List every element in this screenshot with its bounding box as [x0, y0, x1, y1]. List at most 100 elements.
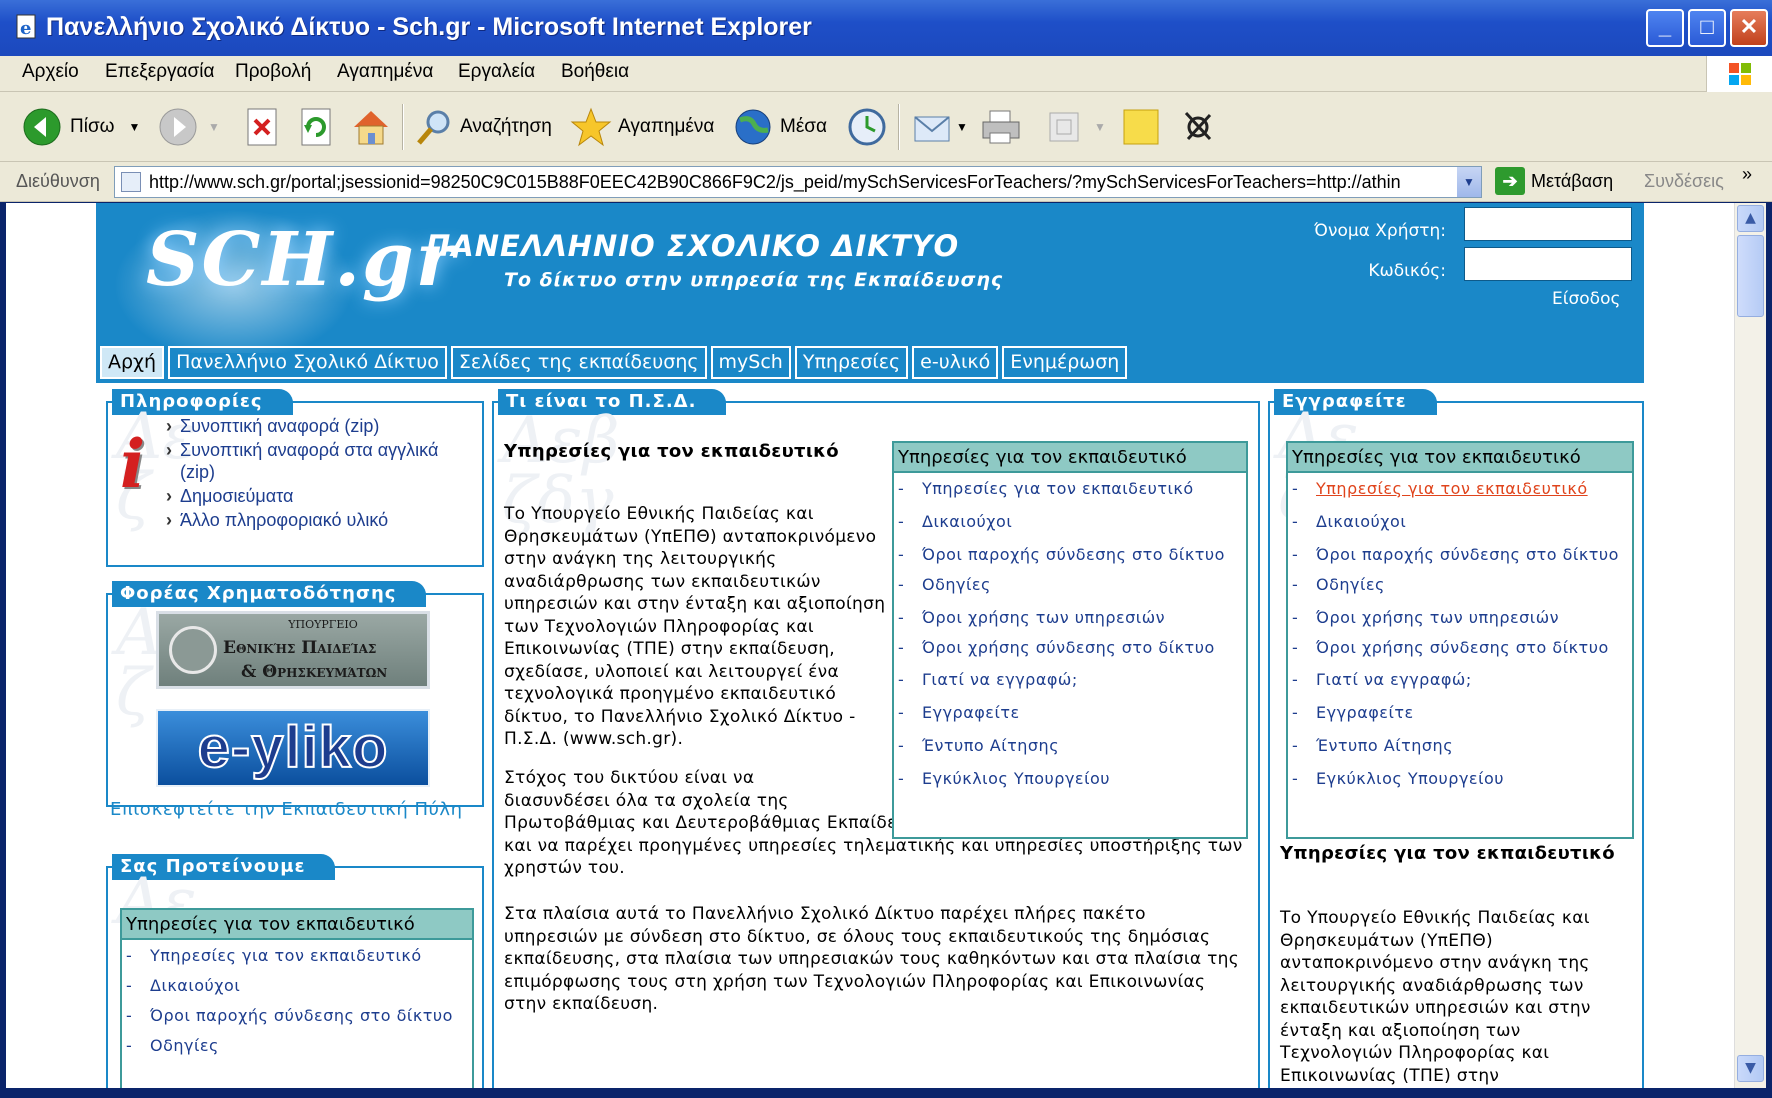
scroll-thumb[interactable] [1737, 235, 1764, 317]
list-item[interactable]: Όροι χρήσης των υπηρεσιών [898, 608, 1246, 628]
list-item[interactable]: Οδηγίες [1292, 575, 1632, 595]
info-list: Συνοπτική αναφορά (zip) Συνοπτική αναφορ… [164, 415, 474, 533]
info-link[interactable]: Άλλο πληροφοριακό υλικό [164, 509, 474, 531]
funding-panel: Φορέας Χρηματοδότησης Αζ ΥΠΟΥΡΓΕΙΟ Εθνικ… [106, 581, 484, 807]
coat-of-arms-icon [169, 626, 217, 674]
note-button[interactable] [1120, 102, 1162, 152]
toolbar-separator [898, 104, 900, 150]
go-button[interactable]: ➔ Μετάβαση [1495, 167, 1613, 195]
chevron-right-icon[interactable]: » [1742, 164, 1752, 185]
ministry-label-1: ΥΠΟΥΡΓΕΙΟ [288, 618, 358, 631]
menu-tools[interactable]: Εργαλεία [458, 61, 535, 83]
messenger-button[interactable] [1176, 102, 1220, 152]
refresh-button[interactable] [298, 102, 334, 152]
stop-button[interactable] [244, 102, 280, 152]
address-label: Διεύθυνση [16, 171, 100, 191]
chevron-down-icon: ▼ [208, 120, 220, 134]
menu-favorites[interactable]: Αγαπημένα [337, 61, 433, 83]
info-link[interactable]: Δημοσιεύματα [164, 485, 474, 507]
site-nav: Αρχή Πανελλήνιο Σχολικό Δίκτυο Σελίδες τ… [96, 342, 1128, 383]
list-item[interactable]: Δικαιούχοι [1292, 512, 1632, 532]
menu-file[interactable]: Αρχείο [22, 61, 79, 83]
browser-window: e Πανελλήνιο Σχολικό Δίκτυο - Sch.gr - M… [0, 0, 1772, 1098]
nav-home[interactable]: Αρχή [100, 346, 165, 379]
refresh-icon [301, 108, 331, 146]
list-item[interactable]: Όροι παροχής σύνδεσης στο δίκτυο [898, 545, 1246, 565]
list-item[interactable]: Εγκύκλιος Υπουργείου [1292, 769, 1632, 789]
list-item[interactable]: Όροι χρήσης των υπηρεσιών [1292, 608, 1632, 628]
list-item[interactable]: Υπηρεσίες για τον εκπαιδευτικό [898, 479, 1246, 499]
chevron-down-icon[interactable]: ▼ [129, 120, 141, 134]
login-button[interactable]: Είσοδος [1552, 289, 1620, 309]
windows-logo-icon [1706, 56, 1772, 92]
site-header: SCH.gr ΠΑΝΕΛΛΗΝΙΟ ΣΧΟΛΙΚΟ ΔΙΚΤΥΟ Το δίκτ… [96, 203, 1644, 383]
nav-e-material[interactable]: e-υλικό [912, 346, 999, 379]
list-item[interactable]: Έντυπο Αίτησης [1292, 736, 1632, 756]
list-item[interactable]: Εγκύκλιος Υπουργείου [898, 769, 1246, 789]
username-input[interactable] [1464, 207, 1632, 241]
address-bar: Διεύθυνση http://www.sch.gr/portal;jsess… [0, 162, 1772, 202]
edit-button[interactable]: ▼ [1044, 102, 1106, 152]
right-paragraph-1: Το Υπουργείο Εθνικής Παιδείας και Θρησκε… [1280, 908, 1591, 1086]
mail-button[interactable]: ▼ [912, 102, 968, 152]
list-item[interactable]: Γιατί να εγγραφώ; [898, 670, 1246, 690]
eyliko-logo[interactable]: e-yliko [156, 709, 430, 787]
close-button[interactable]: ✕ [1730, 9, 1768, 47]
forward-button[interactable]: ▼ [158, 102, 220, 152]
history-button[interactable] [846, 102, 888, 152]
list-item[interactable]: Εγγραφείτε [898, 703, 1246, 723]
page-icon [121, 172, 141, 192]
menu-edit[interactable]: Επεξεργασία [105, 61, 214, 83]
list-item-active[interactable]: Υπηρεσίες για τον εκπαιδευτικό [1292, 479, 1632, 499]
list-item[interactable]: Όροι χρήσης σύνδεσης στο δίκτυο [898, 638, 1246, 658]
nav-services[interactable]: Υπηρεσίες [794, 346, 909, 379]
links-label[interactable]: Συνδέσεις [1644, 171, 1724, 192]
info-link[interactable]: Συνοπτική αναφορά στα αγγλικά (zip) [164, 439, 474, 483]
site-subtitle: Το δίκτυο στην υπηρεσία της Εκπαίδευσης [504, 269, 1004, 291]
right-box-title: Υπηρεσίες για τον εκπαιδευτικό [1288, 443, 1632, 473]
list-item[interactable]: Γιατί να εγγραφώ; [1292, 670, 1632, 690]
list-item[interactable]: Οδηγίες [126, 1036, 472, 1056]
list-item[interactable]: Εγγραφείτε [1292, 703, 1632, 723]
list-item[interactable]: Δικαιούχοι [898, 512, 1246, 532]
site-page: SCH.gr ΠΑΝΕΛΛΗΝΙΟ ΣΧΟΛΙΚΟ ΔΙΚΤΥΟ Το δίκτ… [96, 203, 1644, 1088]
menu-help[interactable]: Βοήθεια [561, 61, 629, 83]
list-item[interactable]: Δικαιούχοι [126, 976, 472, 996]
list-item[interactable]: Έντυπο Αίτησης [898, 736, 1246, 756]
ministry-logo[interactable]: ΥΠΟΥΡΓΕΙΟ Εθνικής Παιδείας & Θρησκευμάτω… [156, 611, 430, 689]
chevron-down-icon[interactable]: ▼ [956, 120, 968, 134]
menu-view[interactable]: Προβολή [235, 61, 311, 83]
address-input[interactable]: http://www.sch.gr/portal;jsessionid=9825… [114, 166, 1482, 198]
list-item[interactable]: Όροι χρήσης σύνδεσης στο δίκτυο [1292, 638, 1632, 658]
chevron-down-icon: ▼ [1094, 120, 1106, 134]
vertical-scrollbar[interactable]: ▲ ▼ [1734, 203, 1766, 1088]
suggest-list: Υπηρεσίες για τον εκπαιδευτικό Δικαιούχο… [122, 940, 472, 1056]
print-button[interactable] [980, 102, 1022, 152]
favorites-button[interactable]: Αγαπημένα [570, 102, 714, 152]
right-services-list: Υπηρεσίες για τον εκπαιδευτικό Δικαιούχο… [1288, 473, 1632, 789]
password-input[interactable] [1464, 247, 1632, 281]
info-link[interactable]: Συνοπτική αναφορά (zip) [164, 415, 474, 437]
scroll-up-icon[interactable]: ▲ [1737, 205, 1764, 232]
nav-news[interactable]: Ενημέρωση [1002, 346, 1128, 379]
list-item[interactable]: Όροι παροχής σύνδεσης στο δίκτυο [126, 1006, 472, 1026]
messenger-icon [1184, 111, 1212, 141]
chevron-down-icon[interactable]: ▼ [1457, 167, 1481, 197]
back-button[interactable]: Πίσω ▼ [22, 102, 140, 152]
site-logo[interactable]: SCH.gr [146, 217, 457, 303]
home-button[interactable] [350, 102, 392, 152]
maximize-button[interactable]: □ [1688, 9, 1726, 47]
site-title: ΠΑΝΕΛΛΗΝΙΟ ΣΧΟΛΙΚΟ ΔΙΚΤΥΟ [426, 229, 960, 263]
minimize-button[interactable]: _ [1646, 9, 1684, 47]
nav-education-pages[interactable]: Σελίδες της εκπαίδευσης [450, 346, 707, 379]
list-item[interactable]: Υπηρεσίες για τον εκπαιδευτικό [126, 946, 472, 966]
search-icon [417, 110, 450, 145]
list-item[interactable]: Οδηγίες [898, 575, 1246, 595]
list-item[interactable]: Όροι παροχής σύνδεσης στο δίκτυο [1292, 545, 1632, 565]
search-button[interactable]: Αναζήτηση [414, 102, 552, 152]
nav-psd[interactable]: Πανελλήνιο Σχολικό Δίκτυο [168, 346, 447, 379]
scroll-down-icon[interactable]: ▼ [1737, 1055, 1764, 1082]
nav-mysch[interactable]: mySch [710, 346, 791, 379]
portal-link[interactable]: Επισκεφτείτε την Εκπαιδευτική Πύλη [110, 799, 463, 820]
media-button[interactable]: Μέσα [732, 102, 827, 152]
